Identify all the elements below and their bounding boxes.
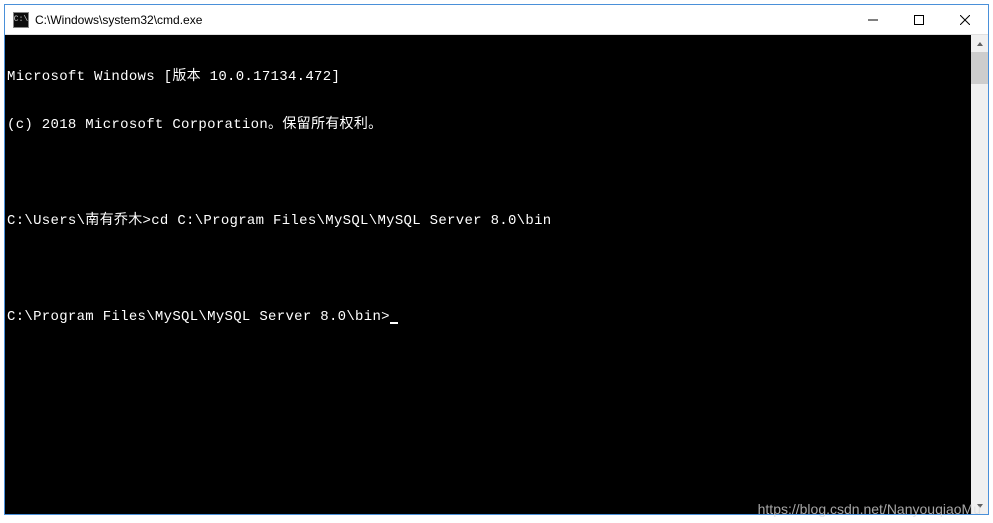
console-line bbox=[7, 261, 988, 277]
window-controls bbox=[850, 5, 988, 34]
console-line: (c) 2018 Microsoft Corporation。保留所有权利。 bbox=[7, 117, 988, 133]
prompt-text: C:\Program Files\MySQL\MySQL Server 8.0\… bbox=[7, 309, 390, 325]
close-button[interactable] bbox=[942, 5, 988, 34]
cmd-window: C:\ C:\Windows\system32\cmd.exe Microsof… bbox=[4, 4, 989, 515]
maximize-button[interactable] bbox=[896, 5, 942, 34]
console-prompt-line: C:\Program Files\MySQL\MySQL Server 8.0\… bbox=[7, 309, 988, 325]
titlebar[interactable]: C:\ C:\Windows\system32\cmd.exe bbox=[5, 5, 988, 35]
scroll-thumb[interactable] bbox=[971, 52, 988, 84]
window-title: C:\Windows\system32\cmd.exe bbox=[35, 13, 850, 27]
cmd-icon: C:\ bbox=[13, 12, 29, 28]
scroll-up-button[interactable] bbox=[971, 35, 988, 52]
cursor bbox=[390, 322, 398, 324]
vertical-scrollbar[interactable] bbox=[971, 35, 988, 514]
minimize-button[interactable] bbox=[850, 5, 896, 34]
scroll-track[interactable] bbox=[971, 52, 988, 497]
console-line: Microsoft Windows [版本 10.0.17134.472] bbox=[7, 69, 988, 85]
scroll-down-button[interactable] bbox=[971, 497, 988, 514]
console-line bbox=[7, 165, 988, 181]
console-content: Microsoft Windows [版本 10.0.17134.472] (c… bbox=[5, 35, 988, 357]
console-line: C:\Users\南有乔木>cd C:\Program Files\MySQL\… bbox=[7, 213, 988, 229]
console-body[interactable]: Microsoft Windows [版本 10.0.17134.472] (c… bbox=[5, 35, 988, 514]
